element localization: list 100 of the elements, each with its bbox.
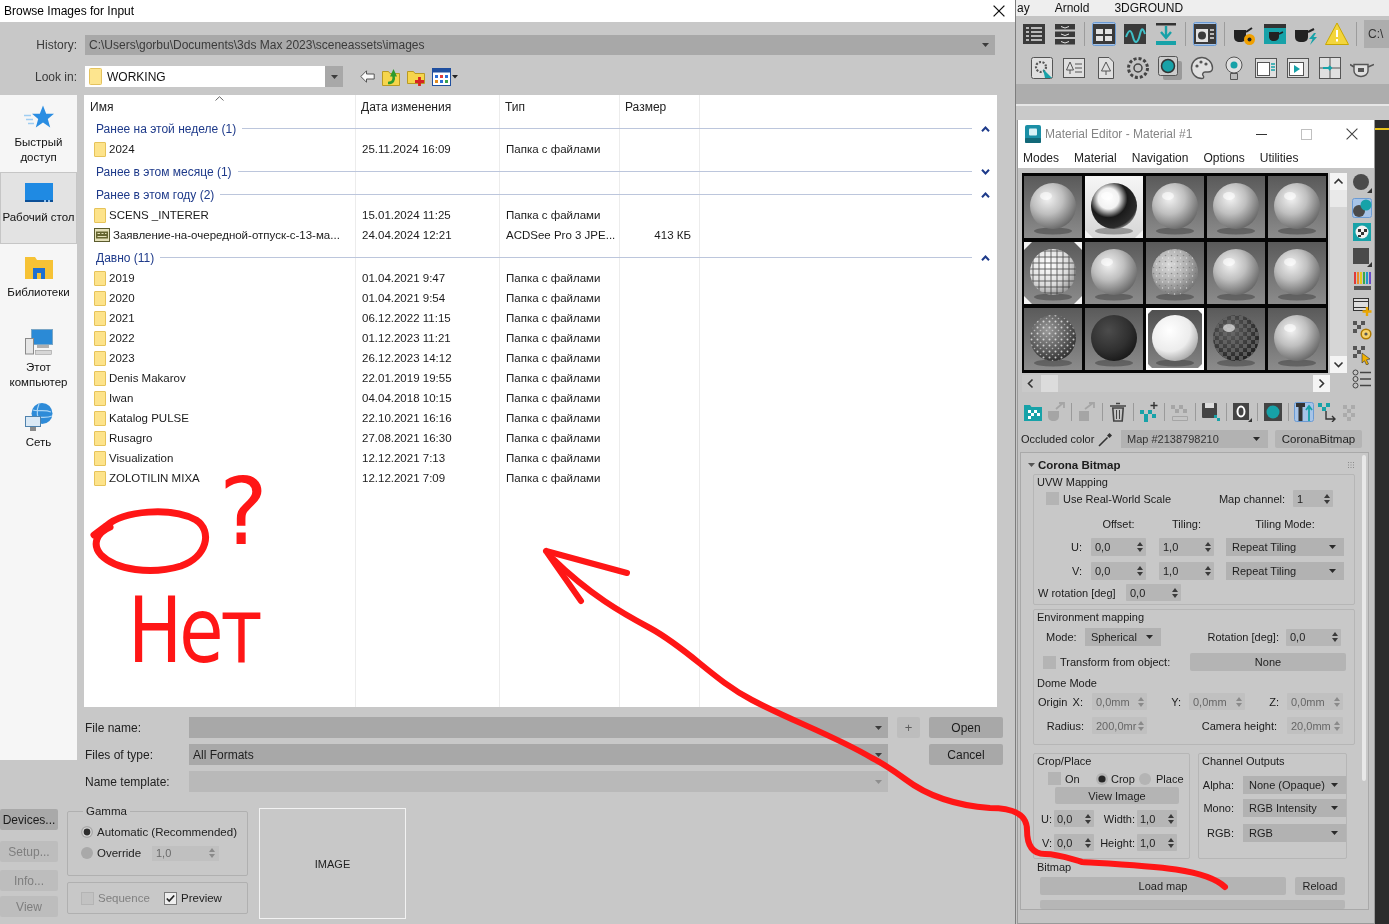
path-field[interactable]: C:\: [1364, 20, 1389, 48]
sphere-window-icon[interactable]: [1193, 22, 1217, 46]
file-name-field[interactable]: [189, 717, 888, 738]
collapse-chevron-icon[interactable]: [981, 254, 990, 261]
radio-button[interactable]: [81, 826, 93, 838]
close-icon[interactable]: [993, 5, 1005, 17]
checkbox[interactable]: [164, 891, 177, 905]
view-image-button[interactable]: View Image: [1055, 787, 1179, 804]
material-slot[interactable]: [1024, 242, 1082, 304]
menu-item[interactable]: Arnold: [1054, 1, 1090, 15]
file-name[interactable]: Katalog PULSE: [109, 412, 189, 424]
devices-button[interactable]: Devices...: [0, 809, 58, 830]
dropdown[interactable]: Spherical: [1085, 628, 1161, 646]
column-header[interactable]: Имя: [84, 95, 355, 118]
spinner-field[interactable]: 0,0: [1091, 562, 1146, 580]
file-name[interactable]: 2019: [109, 272, 135, 284]
spinner-field[interactable]: 0,0: [1054, 834, 1094, 851]
spinner-field[interactable]: 1: [1293, 490, 1333, 507]
file-name[interactable]: 2021: [109, 312, 135, 324]
play-window-icon[interactable]: [1286, 56, 1310, 80]
window-panel-icon[interactable]: [1254, 56, 1278, 80]
map-dropdown[interactable]: Map #2138798210: [1121, 430, 1268, 448]
dropdown[interactable]: None (Opaque): [1243, 776, 1346, 794]
radio-button[interactable]: [81, 847, 93, 859]
file-name[interactable]: 2024: [109, 143, 135, 155]
menu-item[interactable]: Options: [1203, 151, 1245, 165]
checker-ball-icon[interactable]: [1352, 222, 1372, 242]
file-name[interactable]: ZOLOTILIN MIXA: [109, 472, 200, 484]
material-slot[interactable]: [1146, 308, 1204, 370]
sphere-icon[interactable]: [1352, 173, 1372, 193]
radio-label[interactable]: Crop: [1111, 772, 1139, 785]
place-item[interactable]: Рабочий стол: [0, 172, 77, 244]
file-name[interactable]: Visualization: [109, 452, 174, 464]
load-map-button[interactable]: Load map: [1040, 877, 1286, 895]
column-header[interactable]: Тип: [499, 95, 619, 118]
scroll-down-icon[interactable]: [1330, 356, 1347, 373]
menu-item[interactable]: ay: [1017, 1, 1030, 15]
expand-chevron-icon[interactable]: [981, 168, 990, 175]
spinner-field[interactable]: 0,0: [1054, 810, 1094, 827]
menu-item[interactable]: Modes: [1023, 151, 1060, 165]
spinner-field[interactable]: 1,0: [1159, 562, 1214, 580]
group-header[interactable]: Ранее на этой неделе (1): [96, 121, 237, 136]
file-name[interactable]: 2020: [109, 292, 135, 304]
file-name[interactable]: Denis Makarov: [109, 372, 186, 384]
color-bars-icon[interactable]: [1352, 271, 1372, 291]
look-in-dropdown[interactable]: WORKING: [85, 66, 343, 87]
curve-window-icon[interactable]: [1123, 22, 1147, 46]
trash-icon[interactable]: [1108, 402, 1128, 422]
checker-folder-icon[interactable]: [1023, 402, 1043, 422]
place-item[interactable]: Быстрый доступ: [0, 97, 77, 169]
menu-item[interactable]: Navigation: [1131, 151, 1189, 165]
spinner-field[interactable]: 1,0: [1137, 834, 1177, 851]
window-grid-icon[interactable]: [1092, 22, 1116, 46]
file-name[interactable]: 2023: [109, 352, 135, 364]
dropdown[interactable]: RGB Intensity: [1243, 799, 1346, 817]
download-icon[interactable]: [1154, 22, 1178, 46]
collapse-chevron-icon[interactable]: [981, 191, 990, 198]
material-slot[interactable]: [1085, 176, 1143, 238]
layers-icon[interactable]: [1053, 22, 1077, 46]
rollout-title[interactable]: Corona Bitmap: [1038, 459, 1121, 471]
minimize-icon[interactable]: [1256, 133, 1267, 135]
collapse-chevron-icon[interactable]: [981, 125, 990, 132]
square-icon[interactable]: [1352, 246, 1372, 267]
bulb-icon[interactable]: [1222, 56, 1246, 80]
checkbox-label[interactable]: Transform from object:: [1060, 656, 1171, 668]
group-header[interactable]: Давно (11): [96, 250, 155, 265]
dropdown[interactable]: Repeat Tiling: [1226, 562, 1344, 580]
checkbox-label[interactable]: On: [1065, 772, 1096, 785]
back-arrow-icon[interactable]: [360, 70, 375, 83]
file-type-dropdown[interactable]: All Formats: [189, 744, 888, 765]
history-dropdown[interactable]: C:\Users\gorbu\Documents\3ds Max 2023\sceneassets\images: [85, 35, 995, 55]
collapse-triangle-icon[interactable]: [1028, 463, 1035, 467]
option-label[interactable]: Automatic (Recommended): [97, 826, 237, 838]
spinner-field[interactable]: 1,0: [1159, 538, 1214, 556]
view-menu-icon[interactable]: [432, 67, 458, 86]
file-name[interactable]: Iwan: [109, 392, 134, 404]
options-list-icon[interactable]: [1352, 369, 1372, 389]
spinner-field[interactable]: 0,0: [1286, 628, 1341, 646]
checkbox-label[interactable]: Use Real-World Scale: [1063, 492, 1171, 505]
list-icon[interactable]: [1022, 22, 1046, 46]
menu-item[interactable]: Material: [1074, 151, 1117, 165]
scrollbar-thumb[interactable]: [1330, 190, 1347, 207]
dropdown[interactable]: Repeat Tiling: [1226, 538, 1344, 556]
save-disk-icon[interactable]: [1201, 402, 1221, 422]
palette-icon[interactable]: [1190, 56, 1214, 80]
column-header[interactable]: Размер: [619, 95, 699, 118]
dropdown-button[interactable]: [325, 66, 343, 87]
checkbox-label[interactable]: Preview: [181, 892, 222, 904]
eyedropper-icon[interactable]: [1098, 431, 1113, 447]
checker-gear-icon[interactable]: [1352, 320, 1372, 340]
place-item[interactable]: Сеть: [0, 397, 77, 469]
cancel-button[interactable]: Cancel: [929, 744, 1003, 765]
film-plus-icon[interactable]: [1352, 295, 1372, 316]
column-header[interactable]: Дата изменения: [355, 95, 499, 118]
spinner-field[interactable]: 1,0: [1137, 810, 1177, 827]
sphere-box-icon[interactable]: [1263, 402, 1283, 422]
dropdown[interactable]: RGB: [1243, 824, 1346, 842]
sphere-tile-icon[interactable]: [1158, 56, 1182, 80]
file-name[interactable]: 2022: [109, 332, 135, 344]
open-button[interactable]: Open: [929, 717, 1003, 738]
